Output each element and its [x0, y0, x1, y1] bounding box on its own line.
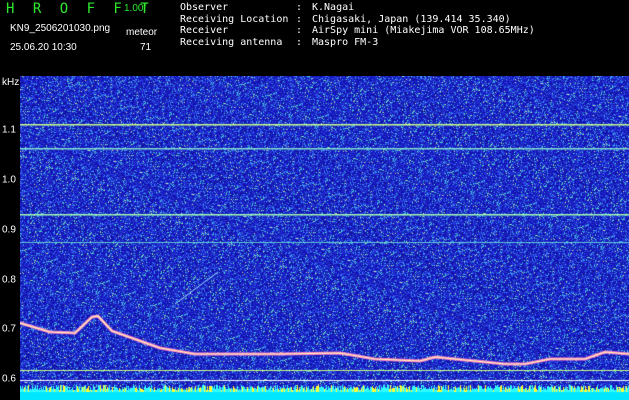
info-key: Receiving antenna: [180, 36, 283, 48]
frequency-unit-label: kHz: [2, 77, 20, 88]
y-tick-label: 0.6: [2, 373, 16, 385]
info-key: Receiver: [180, 25, 229, 36]
spectrogram-plot: [20, 76, 629, 400]
y-tick-label: 0.7: [2, 323, 16, 335]
info-value: AirSpy mini (Miakejima VOR 108.65MHz): [312, 25, 535, 36]
info-separator: :: [296, 13, 303, 25]
y-tick-label: 1.1: [2, 124, 16, 136]
info-row-antenna: Receiving antenna: Maspro FM-3: [180, 37, 535, 49]
image-filename: KN9_2506201030.png: [10, 23, 111, 34]
info-key: Receiving Location: [180, 13, 289, 25]
info-row-observer: Observer: K.Nagai: [180, 2, 535, 14]
y-tick-label: 1.0: [2, 174, 16, 186]
info-value: Maspro FM-3: [312, 36, 379, 48]
info-separator: :: [296, 2, 303, 13]
meteor-count: 71: [140, 42, 152, 53]
meteor-label: meteor: [126, 27, 158, 38]
info-value: Chigasaki, Japan (139.414 35.340): [312, 13, 511, 25]
info-row-location: Receiving Location: Chigasaki, Japan (139…: [180, 14, 535, 26]
y-tick-label: 0.9: [2, 224, 16, 236]
version-label: 1.00f: [124, 3, 147, 14]
station-info: Observer: K.Nagai Receiving Location: Chig…: [180, 2, 535, 48]
capture-datetime: 25.06.20 10:30: [10, 42, 77, 53]
info-row-receiver: Receiver: AirSpy mini (Miakejima VOR 108.…: [180, 25, 535, 37]
info-separator: :: [296, 25, 303, 36]
info-separator: :: [296, 36, 303, 48]
y-tick-label: 0.8: [2, 274, 16, 286]
info-value: K.Nagai: [312, 2, 355, 13]
header-panel: H R O F F T 1.00f KN9_2506201030.png met…: [0, 0, 629, 74]
info-key: Observer: [180, 2, 229, 13]
